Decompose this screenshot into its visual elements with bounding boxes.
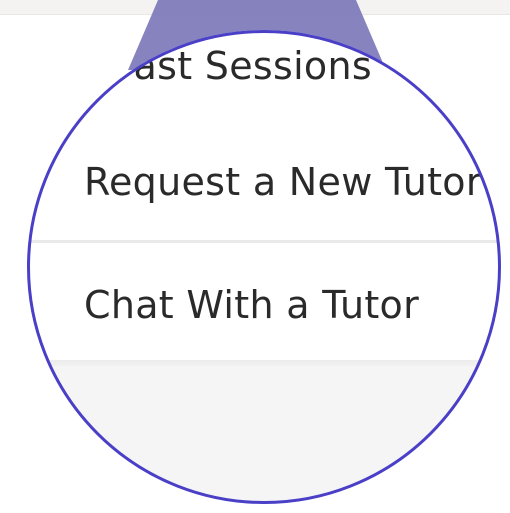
magnifier-lens: Past Sessions Request a New Tutor Chat W… <box>27 30 501 504</box>
page-header-strip <box>0 0 510 15</box>
menu-item-label: Request a New Tutor <box>84 160 482 204</box>
menu-divider <box>27 240 501 243</box>
menu-background <box>27 366 501 504</box>
menu-item-chat-with-tutor[interactable]: Chat With a Tutor <box>27 272 501 338</box>
magnified-view: Past Sessions Request a New Tutor Chat W… <box>0 0 510 513</box>
menu-item-request-new-tutor[interactable]: Request a New Tutor <box>27 150 501 214</box>
menu-item-label: Chat With a Tutor <box>84 283 420 327</box>
menu-item-label: Past Sessions <box>112 44 372 88</box>
menu-item-past-sessions[interactable]: Past Sessions <box>27 36 501 96</box>
